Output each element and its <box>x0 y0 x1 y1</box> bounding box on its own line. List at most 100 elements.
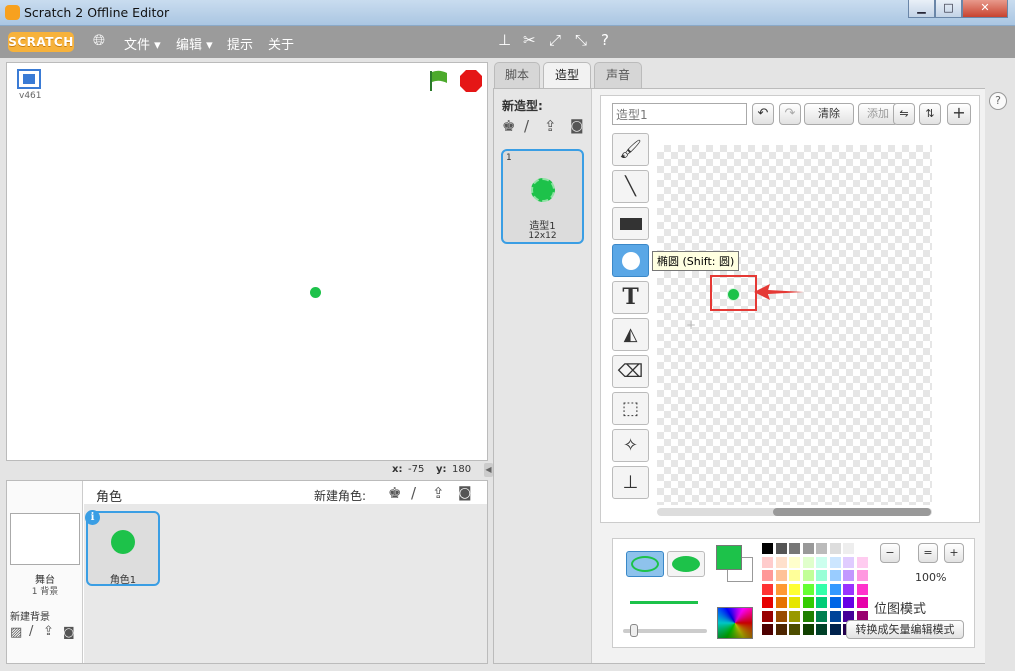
stop-icon[interactable] <box>459 69 483 93</box>
color-picker-gradient[interactable] <box>717 607 753 639</box>
color-swatch[interactable] <box>816 597 827 608</box>
color-swatch[interactable] <box>775 570 787 581</box>
paint-canvas[interactable] <box>657 145 932 505</box>
flip-vertical-icon[interactable]: ⇅ <box>919 103 941 125</box>
paint-backdrop-icon[interactable]: / <box>29 624 33 639</box>
color-swatch[interactable] <box>856 570 868 581</box>
backdrop-library-icon[interactable]: ▨ <box>10 625 22 640</box>
color-swatch[interactable] <box>829 543 841 554</box>
globe-icon[interactable]: 🌐︎ <box>93 31 105 49</box>
color-swatch[interactable] <box>829 610 841 622</box>
shrink-icon[interactable]: ⤡ <box>575 31 587 49</box>
color-swatch[interactable] <box>762 583 773 595</box>
upload-sprite-icon[interactable]: ⇪ <box>432 484 445 502</box>
color-swatch[interactable] <box>802 583 814 595</box>
color-swatch[interactable] <box>856 597 868 608</box>
color-swatch[interactable] <box>816 583 827 595</box>
color-swatch[interactable] <box>843 583 854 595</box>
set-costume-center-icon[interactable]: + <box>947 103 971 125</box>
color-swatch[interactable] <box>762 597 773 608</box>
color-swatch[interactable] <box>789 556 800 568</box>
color-swatch[interactable] <box>775 583 787 595</box>
primary-color-swatch[interactable] <box>716 545 742 570</box>
color-swatch[interactable] <box>802 543 814 554</box>
camera-backdrop-icon[interactable]: ◙ <box>63 625 75 639</box>
filled-ellipse-option[interactable] <box>667 551 705 577</box>
sprite-library-icon[interactable]: ♚ <box>388 484 401 502</box>
scrollbar-thumb[interactable] <box>773 508 931 516</box>
color-swatch[interactable] <box>762 570 773 581</box>
color-swatch[interactable] <box>762 610 773 622</box>
menu-edit[interactable]: 编辑 ▾ <box>176 34 213 53</box>
menu-tips[interactable]: 提示 <box>227 34 253 53</box>
line-width-slider[interactable] <box>623 624 707 637</box>
color-swatch[interactable] <box>789 570 800 581</box>
color-swatch[interactable] <box>843 570 854 581</box>
brush-tool-icon[interactable]: 🖌︎ <box>612 133 649 166</box>
paint-costume-icon[interactable]: / <box>524 117 529 135</box>
grow-icon[interactable]: ⤢ <box>549 31 561 49</box>
color-swatch[interactable] <box>789 597 800 608</box>
color-swatch[interactable] <box>789 610 800 622</box>
ellipse-tool-icon[interactable] <box>612 244 649 277</box>
undo-icon[interactable]: ↶ <box>752 103 774 125</box>
green-flag-icon[interactable] <box>427 69 451 93</box>
delete-scissors-icon[interactable]: ✂ <box>523 31 536 49</box>
color-swatch[interactable] <box>789 624 800 635</box>
color-swatch[interactable] <box>816 570 827 581</box>
help-icon[interactable]: ? <box>601 31 609 49</box>
fill-bucket-icon[interactable]: ◭ <box>612 318 649 351</box>
color-swatch[interactable] <box>829 556 841 568</box>
color-swatch[interactable] <box>816 556 827 568</box>
color-swatch[interactable] <box>816 543 827 554</box>
color-swatch[interactable] <box>829 624 841 635</box>
flip-horizontal-icon[interactable]: ⇋ <box>893 103 915 125</box>
remove-background-icon[interactable]: ✧ <box>612 429 649 462</box>
color-swatch[interactable] <box>802 610 814 622</box>
color-swatch[interactable] <box>802 597 814 608</box>
convert-to-vector-button[interactable]: 转换成矢量编辑模式 <box>846 620 964 639</box>
color-swatch[interactable] <box>775 610 787 622</box>
color-swatch[interactable] <box>802 556 814 568</box>
zoom-in-icon[interactable]: + <box>944 543 964 563</box>
color-swatch[interactable] <box>843 543 854 554</box>
close-button[interactable]: ✕ <box>962 0 1008 18</box>
upload-costume-icon[interactable]: ⇪ <box>544 117 557 135</box>
color-swatch[interactable] <box>775 624 787 635</box>
color-swatch[interactable] <box>829 583 841 595</box>
line-tool-icon[interactable]: ╲ <box>612 170 649 203</box>
duplicate-stamp-icon[interactable]: ⊥ <box>498 31 511 49</box>
tab-costumes[interactable]: 造型 <box>543 62 591 89</box>
redo-icon[interactable]: ↷ <box>779 103 801 125</box>
stamp-tool-icon[interactable]: ⊥ <box>612 466 649 499</box>
stage-thumbnail[interactable] <box>10 513 80 565</box>
color-swatch[interactable] <box>856 556 868 568</box>
paint-sprite-icon[interactable]: / <box>411 484 416 502</box>
tab-scripts[interactable]: 脚本 <box>494 62 540 88</box>
eraser-tool-icon[interactable]: ⌫ <box>612 355 649 388</box>
collapse-arrow-icon[interactable]: ◀ <box>484 463 493 477</box>
color-swatch[interactable] <box>802 624 814 635</box>
color-swatch[interactable] <box>762 556 773 568</box>
color-swatch[interactable] <box>816 624 827 635</box>
upload-backdrop-icon[interactable]: ⇪ <box>43 624 54 639</box>
help-question-icon[interactable]: ? <box>989 92 1007 110</box>
zoom-out-icon[interactable]: − <box>880 543 900 563</box>
fullscreen-icon[interactable] <box>17 69 41 89</box>
minimize-button[interactable]: ▁ <box>908 0 935 18</box>
horizontal-scrollbar[interactable] <box>657 508 932 516</box>
costume-name-input[interactable] <box>612 103 747 125</box>
color-swatch[interactable] <box>789 543 800 554</box>
color-swatch[interactable] <box>816 610 827 622</box>
menu-file[interactable]: 文件 ▾ <box>124 34 161 53</box>
color-swatch[interactable] <box>843 597 854 608</box>
color-swatch[interactable] <box>775 543 787 554</box>
menu-about[interactable]: 关于 <box>268 34 294 53</box>
slider-handle[interactable] <box>630 624 638 637</box>
scratch-logo[interactable]: SCRATCH <box>8 32 74 52</box>
color-swatch[interactable] <box>762 543 773 554</box>
camera-costume-icon[interactable]: ◙ <box>570 118 584 134</box>
stage-sprite[interactable] <box>310 287 321 298</box>
color-swatch[interactable] <box>802 570 814 581</box>
color-swatch[interactable] <box>829 597 841 608</box>
